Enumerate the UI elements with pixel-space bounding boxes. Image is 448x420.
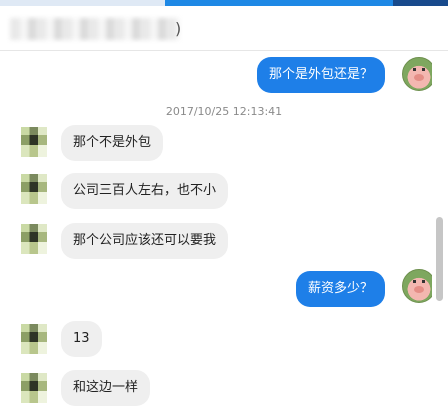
chat-header: ) bbox=[0, 6, 448, 51]
contact-name-suffix: ) bbox=[175, 19, 182, 38]
vertical-scrollbar[interactable] bbox=[432, 51, 448, 420]
contact-avatar[interactable] bbox=[21, 224, 47, 254]
contact-avatar[interactable] bbox=[21, 174, 47, 204]
contact-avatar[interactable] bbox=[21, 373, 47, 403]
message-list[interactable]: 那个是外包还是？ 2017/10/25 12:13:41 那个不是外包 公司三百… bbox=[0, 51, 436, 420]
message-bubble-incoming[interactable]: 那个不是外包 bbox=[61, 125, 164, 161]
message-bubble-incoming[interactable]: 那个公司应该还可以要我 bbox=[61, 223, 229, 259]
my-avatar[interactable] bbox=[402, 57, 436, 91]
message-bubble-incoming[interactable]: 和这边一样 bbox=[61, 370, 151, 406]
scrollbar-thumb[interactable] bbox=[436, 217, 443, 301]
contact-name-blurred bbox=[10, 18, 180, 40]
message-bubble-incoming[interactable]: 13 bbox=[61, 321, 102, 357]
message-bubble-outgoing[interactable]: 那个是外包还是？ bbox=[256, 57, 385, 93]
my-avatar[interactable] bbox=[402, 269, 436, 303]
contact-avatar[interactable] bbox=[21, 127, 47, 157]
contact-avatar[interactable] bbox=[21, 324, 47, 354]
message-timestamp: 2017/10/25 12:13:41 bbox=[165, 105, 283, 118]
message-bubble-incoming[interactable]: 公司三百人左右，也不小 bbox=[61, 173, 229, 209]
message-bubble-outgoing[interactable]: 薪资多少？ bbox=[295, 271, 385, 307]
